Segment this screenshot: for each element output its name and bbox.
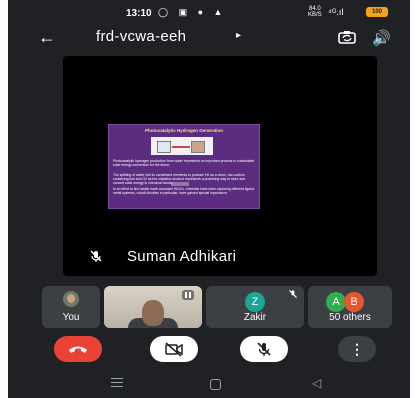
presenter-label: Suman Adhikari (83, 248, 363, 268)
beaker-right (191, 141, 205, 153)
status-time: 13:10 (126, 8, 152, 19)
participant-label: You (62, 312, 80, 323)
participant-tile-others[interactable]: A B 50 others (308, 286, 392, 328)
hang-up-icon (69, 346, 87, 353)
figure-connector (172, 146, 190, 148)
avatar (63, 291, 79, 307)
main-video-tile[interactable]: Photocatalytic Hydrogen Generation Photo… (63, 56, 377, 276)
participant-tile-zakir[interactable]: Z Zakir (206, 286, 304, 328)
slide-paragraph: Photocatalytic hydrogen production from … (113, 159, 255, 168)
more-options-button[interactable]: ⋮ (338, 336, 376, 362)
camera-off-icon (165, 342, 183, 357)
self-video-tile[interactable] (104, 286, 202, 328)
leave-call-button[interactable] (54, 336, 102, 362)
status-bar: 13:10 ◯ ▣ ● ▲ 84.0 KB/S ⁴ᴳ.ıl 100 (8, 0, 410, 24)
meeting-code[interactable]: frd-vcwa-eeh (96, 28, 186, 45)
mic-off-icon (289, 290, 297, 298)
android-nav-bar: ◁ (8, 372, 410, 398)
home-icon[interactable] (210, 379, 221, 390)
participant-label: Zakir (243, 312, 267, 323)
self-video-face (142, 300, 164, 326)
meet-call-screen: 13:10 ◯ ▣ ● ▲ 84.0 KB/S ⁴ᴳ.ıl 100 ← frd-… (8, 0, 410, 398)
pause-video-icon[interactable] (182, 290, 194, 300)
slide-highlight (171, 182, 189, 186)
battery-icon: 100 (366, 7, 388, 17)
call-header: ← frd-vcwa-eeh ▸ 🔊 (8, 24, 410, 52)
camera-toggle-button[interactable] (150, 336, 198, 362)
speaker-icon[interactable]: 🔊 (372, 29, 391, 47)
slide-title: Photocatalytic Hydrogen Generation (144, 128, 223, 133)
participant-label: 50 others (329, 312, 371, 323)
network-speed-unit: KB/S (308, 12, 322, 18)
slide-figure (151, 137, 213, 155)
switch-camera-icon[interactable] (338, 30, 356, 44)
mic-toggle-button[interactable] (240, 336, 288, 362)
avatar: Z (245, 292, 265, 312)
signal-icon: ⁴ᴳ.ıl (328, 7, 344, 17)
avatar: A (326, 292, 346, 312)
shared-slide: Photocatalytic Hydrogen Generation Photo… (108, 124, 260, 209)
network-speed: 84.0 KB/S (308, 6, 322, 18)
meeting-details-caret-icon[interactable]: ▸ (236, 30, 241, 41)
mic-off-icon (90, 250, 102, 262)
back-arrow-icon[interactable]: ← (38, 28, 56, 46)
beaker-left (157, 141, 171, 153)
mic-off-icon (257, 342, 271, 356)
more-vert-icon: ⋮ (350, 341, 364, 357)
presenter-name: Suman Adhikari (127, 248, 237, 265)
avatar: B (344, 292, 364, 312)
notification-icons: ◯ ▣ ● ▲ (158, 7, 227, 17)
participant-tile-you[interactable]: You (42, 286, 100, 328)
recent-apps-icon[interactable] (111, 378, 123, 388)
nav-back-icon[interactable]: ◁ (312, 376, 321, 390)
slide-paragraph: In an effort to find stable earth abunda… (113, 187, 255, 196)
